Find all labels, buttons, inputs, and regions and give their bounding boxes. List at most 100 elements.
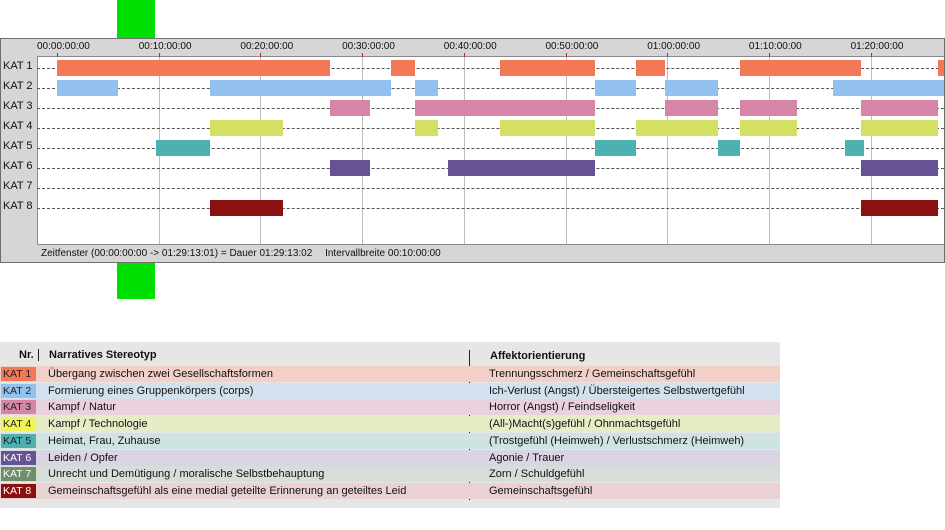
segment-bar[interactable]: [861, 120, 938, 136]
stereotyp-text: Formierung eines Gruppenkörpers (corps): [48, 384, 254, 397]
segment-bar[interactable]: [329, 160, 371, 176]
legend-row: KAT 7 Unrecht und Demütigung / moralische…: [0, 466, 780, 483]
segment-bar[interactable]: [740, 120, 798, 136]
time-ruler[interactable]: 00:00:00:00 00:10:00:00 00:20:00:00 00:30:0…: [37, 39, 944, 57]
green-marker-bottom: [117, 263, 155, 299]
gridline: [463, 57, 465, 245]
segment-bar[interactable]: [209, 120, 283, 136]
category-tag: KAT 8: [1, 483, 36, 498]
row-label: KAT 4: [3, 120, 33, 132]
tick-label: 01:00:00:00: [647, 41, 701, 52]
legend-header-affekt: Affektorientierung: [490, 350, 586, 362]
category-label-column: KAT 1 KAT 2 KAT 3 KAT 4 KAT 5 KAT 6 KAT 7 KAT 8: [1, 39, 38, 262]
segment-bar[interactable]: [155, 140, 210, 156]
row-guide-line: [37, 188, 944, 189]
tick-label: 00:30:00:00: [342, 41, 395, 52]
segment-bar[interactable]: [414, 120, 439, 136]
time-window-text: Zeitfenster (00:00:00:00 -> 01:29:13:01)…: [41, 248, 313, 259]
segment-bar[interactable]: [57, 80, 119, 96]
legend-header-stereotyp: Narratives Stereotyp: [49, 349, 157, 361]
legend-row: KAT 1 Übergang zwischen zwei Gesellschaft…: [0, 366, 780, 382]
segment-bar[interactable]: [500, 120, 595, 136]
segment-bar[interactable]: [594, 140, 636, 156]
legend-header-nr: Nr.: [19, 349, 34, 361]
segment-bar[interactable]: [861, 160, 938, 176]
category-tag: KAT 2: [1, 383, 36, 398]
tick-label: 00:20:00:00: [240, 41, 294, 52]
affekt-text: Horror (Angst) / Feindseligkeit: [489, 401, 636, 414]
gridline: [768, 57, 770, 245]
row-label: KAT 8: [3, 200, 33, 212]
category-legend: Nr. Narratives Stereotyp Affektorientier…: [0, 342, 780, 508]
stereotyp-text: Übergang zwischen zwei Gesellschaftsform…: [48, 368, 273, 380]
stereotyp-text: Kampf / Natur: [48, 401, 116, 414]
interval-width-text: Intervallbreite 00:10:00:00: [325, 248, 441, 259]
row-label: KAT 3: [3, 100, 33, 112]
legend-row: KAT 2 Formierung eines Gruppenkörpers (co…: [0, 382, 780, 399]
affekt-text: (All-)Macht(s)gefühl / Ohnmachtsgefühl: [489, 418, 681, 431]
row-label: KAT 7: [3, 180, 33, 192]
segment-bar[interactable]: [861, 100, 938, 116]
segment-bar[interactable]: [740, 60, 862, 76]
segment-bar[interactable]: [845, 140, 865, 156]
affekt-text: (Trostgefühl (Heimweh) / Verlustschmerz …: [489, 434, 745, 447]
category-tag: KAT 5: [1, 433, 36, 448]
row-label: KAT 6: [3, 160, 33, 172]
affekt-text: Ich-Verlust (Angst) / Übersteigertes Sel…: [489, 384, 745, 397]
category-tag: KAT 7: [1, 467, 36, 482]
category-tag: KAT 4: [1, 417, 36, 432]
legend-row: KAT 4 Kampf / Technologie (All-)Macht(s)ge…: [0, 416, 780, 433]
legend-row: KAT 8 Gemeinschaftsgefühl als eine medial…: [0, 482, 780, 499]
row-guide-line: [37, 128, 944, 129]
legend-row: KAT 6 Leiden / Opfer Agonie / Trauer: [0, 449, 780, 466]
segment-bar[interactable]: [390, 60, 415, 76]
row-label: KAT 2: [3, 80, 33, 92]
segment-bar[interactable]: [635, 120, 719, 136]
row-label: KAT 1: [3, 60, 33, 72]
row-guide-line: [37, 208, 944, 209]
segment-bar[interactable]: [861, 200, 938, 216]
segment-bar[interactable]: [329, 100, 371, 116]
status-bar: Zeitfenster (00:00:00:00 -> 01:29:13:01)…: [37, 244, 944, 262]
segment-bar[interactable]: [665, 80, 719, 96]
segment-bar[interactable]: [414, 80, 439, 96]
legend-row: KAT 3 Kampf / Natur Horror (Angst) / Feind…: [0, 399, 780, 416]
tick-label: 00:00:00:00: [37, 41, 90, 52]
segment-bar[interactable]: [209, 200, 283, 216]
segment-bar[interactable]: [832, 80, 944, 96]
row-label: KAT 5: [3, 140, 33, 152]
stereotyp-text: Unrecht und Demütigung / moralische Selb…: [48, 468, 325, 481]
row-guide-line: [37, 88, 944, 89]
segment-bar[interactable]: [57, 60, 330, 76]
legend-row: KAT 5 Heimat, Frau, Zuhause (Trostgefühl (…: [0, 432, 780, 449]
segment-bar[interactable]: [414, 100, 595, 116]
segment-bar[interactable]: [594, 80, 636, 96]
affekt-text: Gemeinschaftsgefühl: [489, 484, 593, 497]
segment-bar[interactable]: [665, 100, 719, 116]
affekt-text: Agonie / Trauer: [489, 451, 565, 464]
segment-bar[interactable]: [740, 100, 798, 116]
stereotyp-text: Kampf / Technologie: [48, 418, 148, 431]
tick-label: 01:10:00:00: [748, 41, 802, 52]
tick-label: 00:10:00:00: [138, 41, 192, 52]
segment-bar[interactable]: [718, 140, 741, 156]
affekt-text: Trennungsschmerz / Gemeinschaftsgefühl: [489, 368, 696, 380]
timeline-panel[interactable]: KAT 1 KAT 2 KAT 3 KAT 4 KAT 5 KAT 6 KAT 7 KAT 8…: [0, 38, 945, 263]
legend-header-separator: [38, 349, 39, 361]
segment-bar[interactable]: [635, 60, 666, 76]
segment-bar[interactable]: [937, 60, 944, 76]
green-marker-top: [117, 0, 155, 38]
segment-bar[interactable]: [447, 160, 595, 176]
timeline-plot-area[interactable]: [37, 57, 944, 245]
category-tag: KAT 3: [1, 400, 36, 415]
segment-bar[interactable]: [209, 80, 391, 96]
category-tag: KAT 6: [1, 450, 36, 465]
tick-label: 00:40:00:00: [443, 41, 497, 52]
category-tag: KAT 1: [1, 367, 36, 381]
segment-bar[interactable]: [500, 60, 595, 76]
affekt-text: Zorn / Schuldgefühl: [489, 468, 585, 481]
stereotyp-text: Heimat, Frau, Zuhause: [48, 434, 161, 447]
stereotyp-text: Leiden / Opfer: [48, 451, 118, 464]
tick-label: 00:50:00:00: [545, 41, 599, 52]
gridline: [565, 57, 567, 245]
